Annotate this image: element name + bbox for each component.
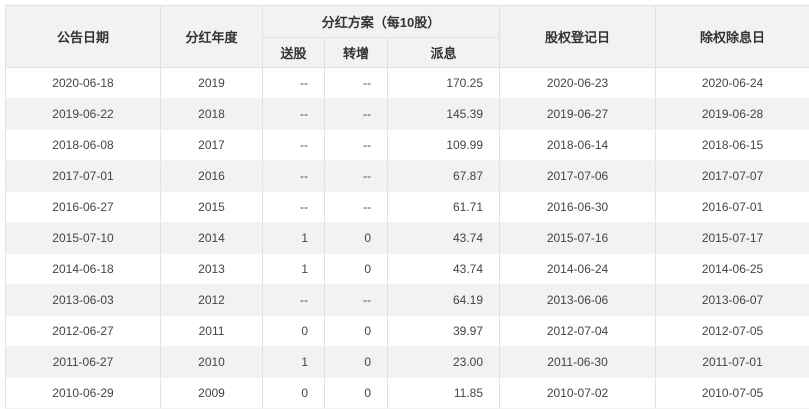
cell-year: 2012: [161, 285, 263, 316]
cell-year: 2011: [161, 316, 263, 347]
cell-announce-date: 2017-07-01: [6, 161, 161, 192]
cell-transfer: --: [325, 99, 388, 130]
table-row: 2017-07-012016----67.872017-07-062017-07…: [6, 161, 809, 192]
cell-bonus: --: [263, 68, 325, 99]
cell-bonus: --: [263, 99, 325, 130]
table-row: 2014-06-1820131043.742014-06-242014-06-2…: [6, 254, 809, 285]
cell-transfer: --: [325, 285, 388, 316]
cell-bonus: --: [263, 130, 325, 161]
cell-dividend: 170.25: [388, 68, 500, 99]
header-announce-date: 公告日期: [6, 6, 161, 68]
cell-bonus: 1: [263, 223, 325, 254]
table-row: 2011-06-2720101023.002011-06-302011-07-0…: [6, 347, 809, 378]
cell-year: 2016: [161, 161, 263, 192]
cell-announce-date: 2020-06-18: [6, 68, 161, 99]
cell-record-date: 2011-06-30: [500, 347, 656, 378]
cell-record-date: 2013-06-06: [500, 285, 656, 316]
cell-ex-date: 2018-06-15: [656, 130, 809, 161]
cell-transfer: 0: [325, 223, 388, 254]
table-row: 2020-06-182019----170.252020-06-232020-0…: [6, 68, 809, 99]
cell-dividend: 43.74: [388, 223, 500, 254]
cell-transfer: 0: [325, 254, 388, 285]
cell-bonus: 0: [263, 378, 325, 409]
cell-bonus: --: [263, 285, 325, 316]
cell-dividend: 11.85: [388, 378, 500, 409]
cell-year: 2009: [161, 378, 263, 409]
cell-dividend: 23.00: [388, 347, 500, 378]
table-row: 2015-07-1020141043.742015-07-162015-07-1…: [6, 223, 809, 254]
cell-announce-date: 2016-06-27: [6, 192, 161, 223]
header-dividend: 派息: [388, 38, 500, 68]
cell-bonus: --: [263, 161, 325, 192]
table-row: 2013-06-032012----64.192013-06-062013-06…: [6, 285, 809, 316]
cell-record-date: 2014-06-24: [500, 254, 656, 285]
cell-announce-date: 2010-06-29: [6, 378, 161, 409]
cell-ex-date: 2015-07-17: [656, 223, 809, 254]
cell-transfer: --: [325, 68, 388, 99]
header-transfer: 转增: [325, 38, 388, 68]
header-plan: 分红方案（每10股）: [263, 6, 500, 38]
cell-dividend: 61.71: [388, 192, 500, 223]
cell-announce-date: 2011-06-27: [6, 347, 161, 378]
cell-record-date: 2020-06-23: [500, 68, 656, 99]
cell-bonus: 1: [263, 347, 325, 378]
cell-transfer: 0: [325, 378, 388, 409]
cell-record-date: 2019-06-27: [500, 99, 656, 130]
cell-year: 2013: [161, 254, 263, 285]
cell-record-date: 2015-07-16: [500, 223, 656, 254]
cell-year: 2015: [161, 192, 263, 223]
cell-transfer: --: [325, 161, 388, 192]
cell-year: 2018: [161, 99, 263, 130]
cell-announce-date: 2013-06-03: [6, 285, 161, 316]
cell-year: 2017: [161, 130, 263, 161]
header-record-date: 股权登记日: [500, 6, 656, 68]
table-row: 2016-06-272015----61.712016-06-302016-07…: [6, 192, 809, 223]
cell-ex-date: 2014-06-25: [656, 254, 809, 285]
cell-bonus: 1: [263, 254, 325, 285]
table-row: 2010-06-2920090011.852010-07-022010-07-0…: [6, 378, 809, 409]
cell-ex-date: 2016-07-01: [656, 192, 809, 223]
cell-record-date: 2016-06-30: [500, 192, 656, 223]
dividend-table: 公告日期 分红年度 分红方案（每10股） 股权登记日 除权除息日 送股 转增 派…: [5, 5, 809, 409]
cell-ex-date: 2010-07-05: [656, 378, 809, 409]
cell-transfer: --: [325, 192, 388, 223]
cell-dividend: 39.97: [388, 316, 500, 347]
cell-dividend: 64.19: [388, 285, 500, 316]
cell-year: 2019: [161, 68, 263, 99]
cell-ex-date: 2019-06-28: [656, 99, 809, 130]
cell-dividend: 43.74: [388, 254, 500, 285]
cell-announce-date: 2015-07-10: [6, 223, 161, 254]
cell-dividend: 145.39: [388, 99, 500, 130]
cell-year: 2010: [161, 347, 263, 378]
table-row: 2019-06-222018----145.392019-06-272019-0…: [6, 99, 809, 130]
cell-announce-date: 2014-06-18: [6, 254, 161, 285]
cell-transfer: 0: [325, 316, 388, 347]
cell-record-date: 2010-07-02: [500, 378, 656, 409]
cell-dividend: 67.87: [388, 161, 500, 192]
cell-bonus: 0: [263, 316, 325, 347]
cell-transfer: --: [325, 130, 388, 161]
cell-announce-date: 2018-06-08: [6, 130, 161, 161]
cell-bonus: --: [263, 192, 325, 223]
header-year: 分红年度: [161, 6, 263, 68]
cell-record-date: 2018-06-14: [500, 130, 656, 161]
header-ex-date: 除权除息日: [656, 6, 809, 68]
cell-ex-date: 2017-07-07: [656, 161, 809, 192]
cell-ex-date: 2020-06-24: [656, 68, 809, 99]
cell-year: 2014: [161, 223, 263, 254]
cell-ex-date: 2011-07-01: [656, 347, 809, 378]
cell-transfer: 0: [325, 347, 388, 378]
table-row: 2018-06-082017----109.992018-06-142018-0…: [6, 130, 809, 161]
table-row: 2012-06-2720110039.972012-07-042012-07-0…: [6, 316, 809, 347]
cell-announce-date: 2019-06-22: [6, 99, 161, 130]
cell-record-date: 2017-07-06: [500, 161, 656, 192]
cell-ex-date: 2013-06-07: [656, 285, 809, 316]
cell-announce-date: 2012-06-27: [6, 316, 161, 347]
cell-dividend: 109.99: [388, 130, 500, 161]
cell-record-date: 2012-07-04: [500, 316, 656, 347]
header-bonus: 送股: [263, 38, 325, 68]
cell-ex-date: 2012-07-05: [656, 316, 809, 347]
